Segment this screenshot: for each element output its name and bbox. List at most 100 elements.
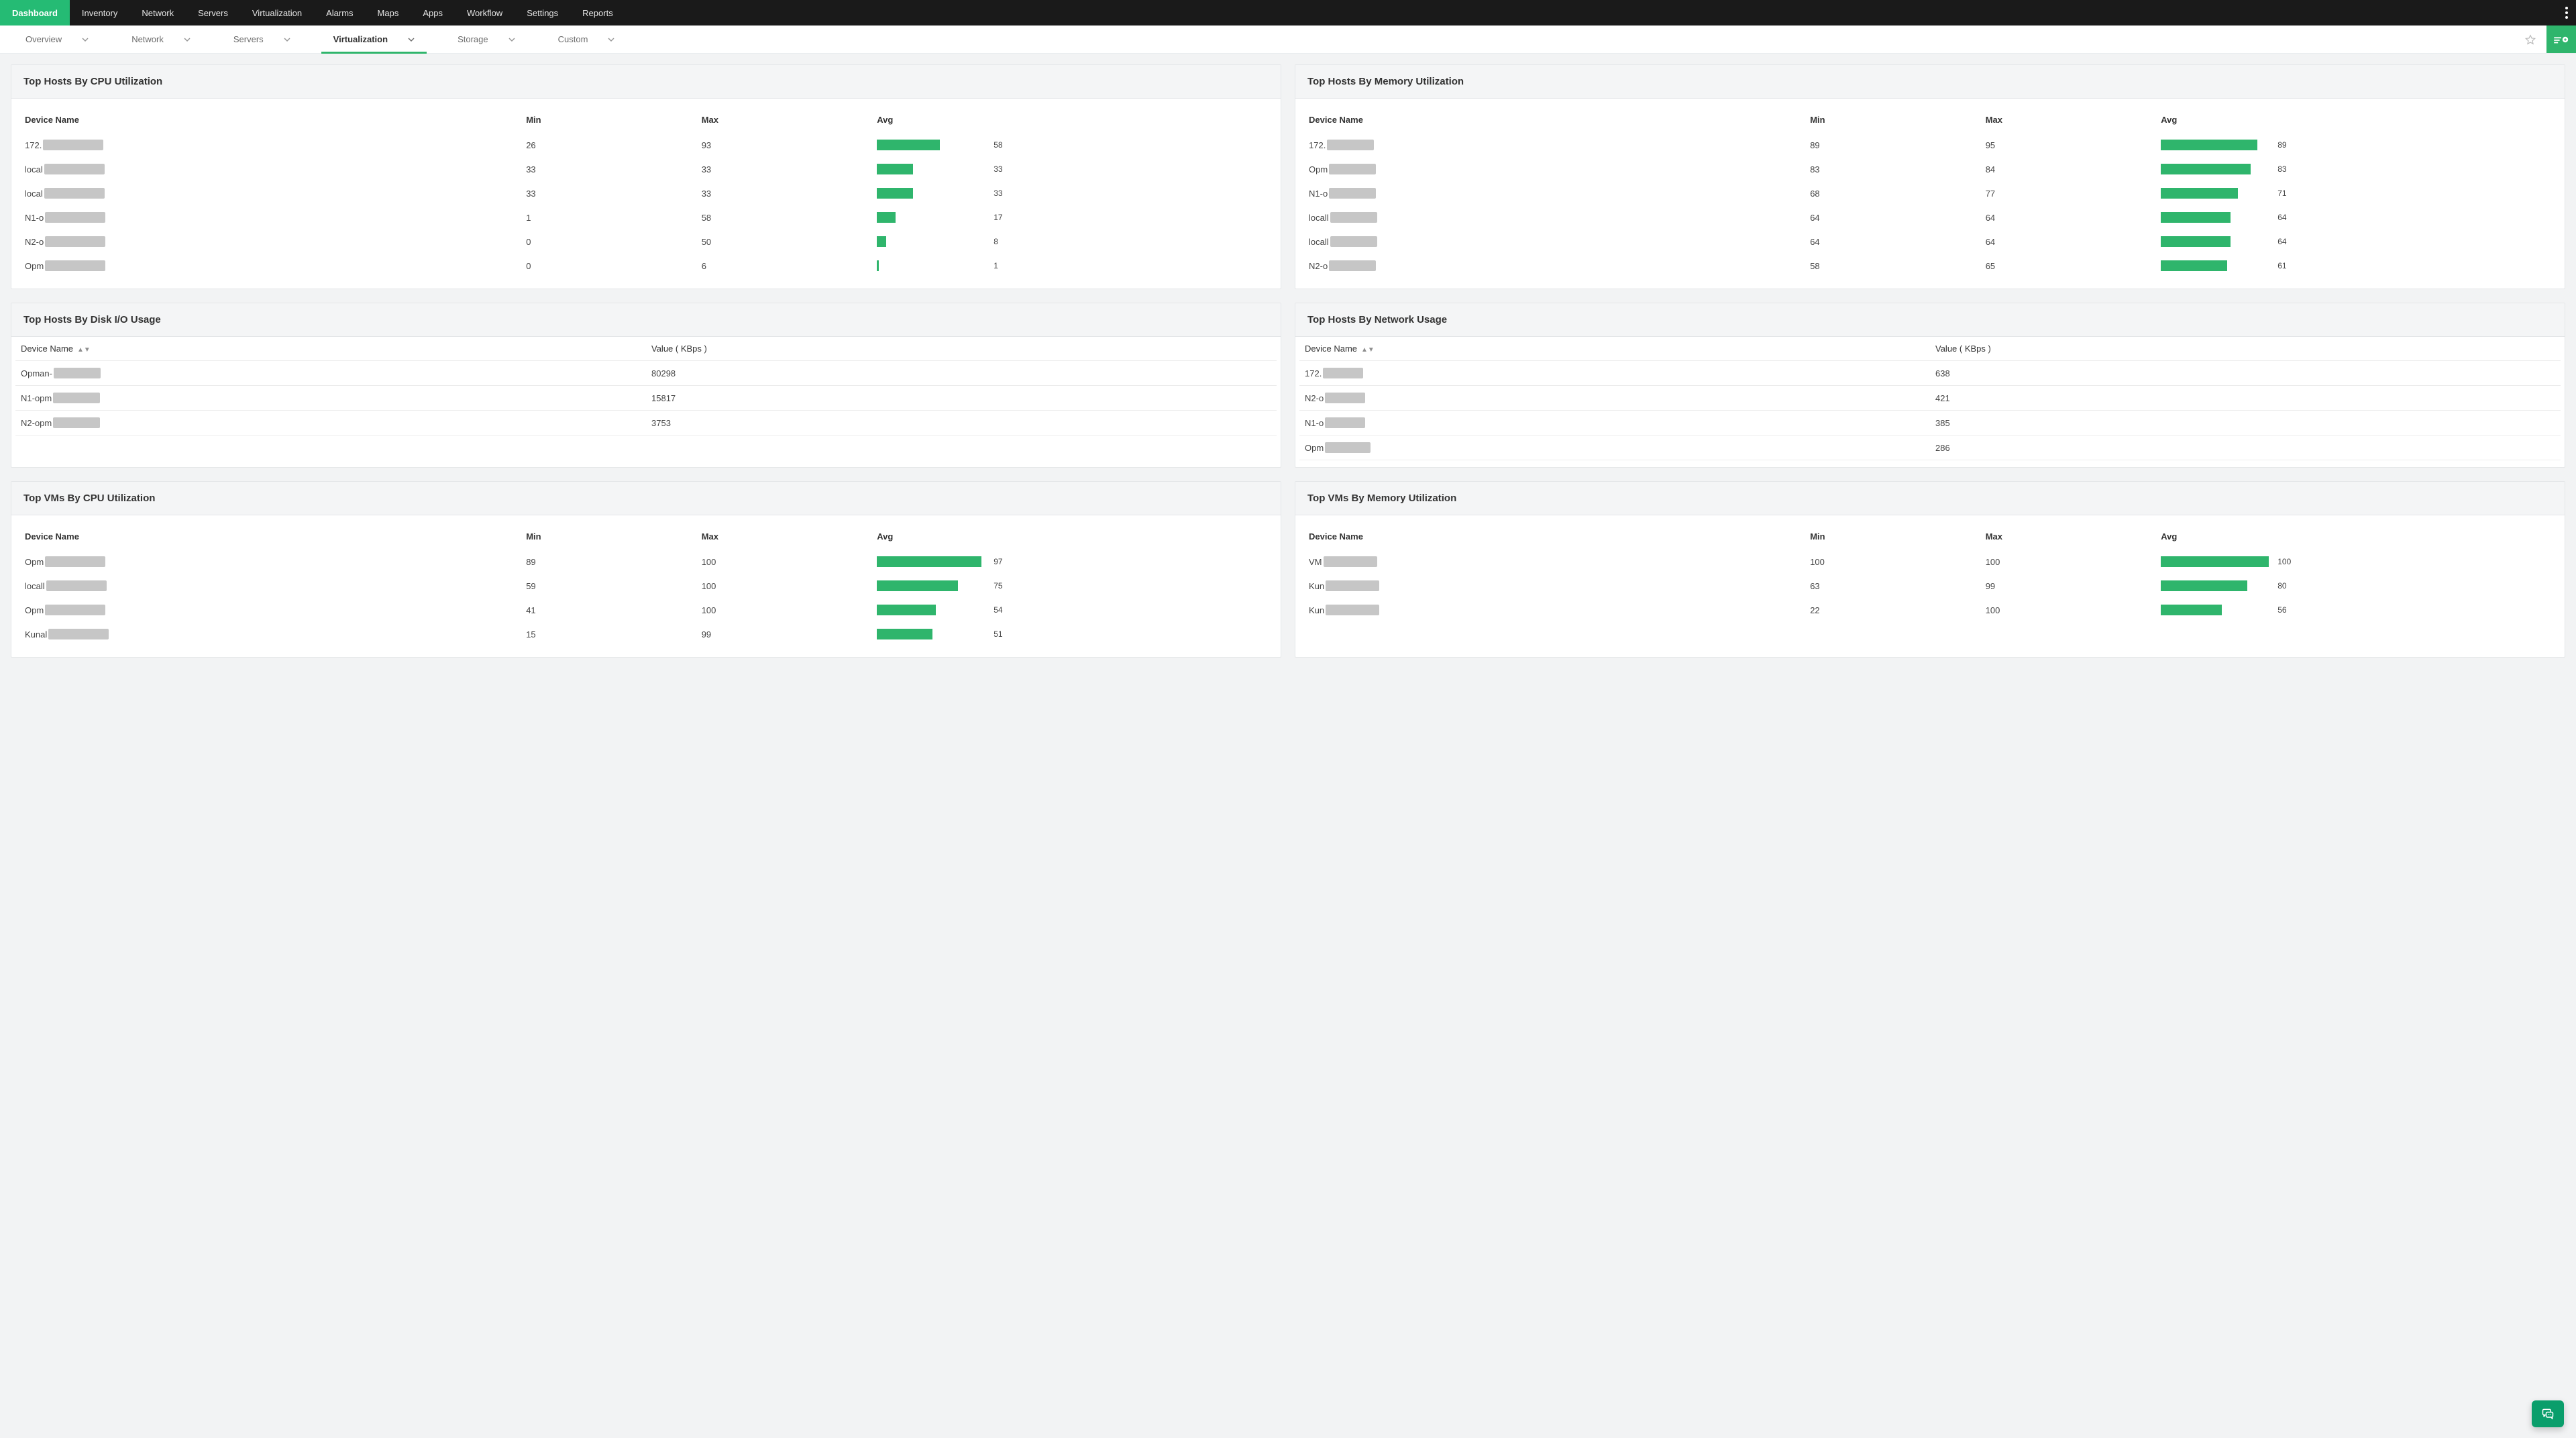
- table-row[interactable]: N1-opm15817: [15, 386, 1277, 411]
- device-cell[interactable]: N2-o: [25, 236, 515, 247]
- table-row[interactable]: N1-o385: [1299, 411, 2561, 435]
- device-cell[interactable]: local: [25, 188, 515, 199]
- topnav-item-dashboard[interactable]: Dashboard: [0, 0, 70, 25]
- device-cell[interactable]: N1-opm: [21, 393, 641, 403]
- col-value[interactable]: Value ( KBps ): [1930, 337, 2561, 361]
- table-row[interactable]: local333333: [19, 181, 1273, 205]
- col-max[interactable]: Max: [696, 522, 872, 550]
- subtab-servers[interactable]: Servers: [221, 25, 303, 53]
- table-row[interactable]: N2-o586561: [1303, 254, 2557, 278]
- col-min[interactable]: Min: [521, 522, 696, 550]
- device-cell[interactable]: Opm: [25, 556, 515, 567]
- subtab-virtualization[interactable]: Virtualization: [321, 25, 427, 53]
- table-row[interactable]: N2-o0508: [19, 229, 1273, 254]
- table-row[interactable]: 172.638: [1299, 361, 2561, 386]
- topnav-item-settings[interactable]: Settings: [515, 0, 570, 25]
- table-row[interactable]: N1-o687771: [1303, 181, 2557, 205]
- topnav-item-workflow[interactable]: Workflow: [455, 0, 515, 25]
- device-cell[interactable]: Kun: [1309, 605, 1799, 615]
- col-device[interactable]: Device Name▲▼: [15, 337, 646, 361]
- device-cell[interactable]: Opm: [25, 260, 515, 271]
- subtab-storage[interactable]: Storage: [445, 25, 527, 53]
- col-avg[interactable]: Avg: [871, 105, 1273, 133]
- table-row[interactable]: Opm4110054: [19, 598, 1273, 622]
- cell-avg: 83: [2155, 157, 2557, 181]
- subtab-custom[interactable]: Custom: [546, 25, 627, 53]
- device-cell[interactable]: N1-o: [25, 212, 515, 223]
- device-cell[interactable]: locall: [1309, 236, 1799, 247]
- sort-icon[interactable]: ▲▼: [77, 346, 91, 354]
- device-cell[interactable]: Opm: [1305, 442, 1925, 453]
- topnav-item-apps[interactable]: Apps: [411, 0, 455, 25]
- table-row[interactable]: Kun639980: [1303, 574, 2557, 598]
- col-max[interactable]: Max: [696, 105, 872, 133]
- table-row[interactable]: Opm838483: [1303, 157, 2557, 181]
- col-device[interactable]: Device Name: [19, 522, 521, 550]
- col-min[interactable]: Min: [1805, 522, 1980, 550]
- col-max[interactable]: Max: [1980, 105, 2156, 133]
- topnav-item-maps[interactable]: Maps: [366, 0, 411, 25]
- col-avg[interactable]: Avg: [2155, 522, 2557, 550]
- col-avg[interactable]: Avg: [2155, 105, 2557, 133]
- table-row[interactable]: locall646464: [1303, 229, 2557, 254]
- topnav-item-servers[interactable]: Servers: [186, 0, 240, 25]
- device-cell[interactable]: Kun: [1309, 580, 1799, 591]
- col-min[interactable]: Min: [1805, 105, 1980, 133]
- device-mask: [1325, 393, 1365, 403]
- device-cell[interactable]: N2-o: [1305, 393, 1925, 403]
- device-mask: [45, 212, 105, 223]
- topnav-item-reports[interactable]: Reports: [570, 0, 625, 25]
- kebab-menu-icon[interactable]: [2557, 0, 2576, 25]
- col-device[interactable]: Device Name: [19, 105, 521, 133]
- device-cell[interactable]: locall: [1309, 212, 1799, 223]
- panel-hosts-cpu: Top Hosts By CPU Utilization Device Name…: [11, 64, 1281, 289]
- subtab-overview[interactable]: Overview: [13, 25, 101, 53]
- col-value[interactable]: Value ( KBps ): [646, 337, 1277, 361]
- col-avg[interactable]: Avg: [871, 522, 1273, 550]
- table-row[interactable]: N2-opm3753: [15, 411, 1277, 435]
- table-row[interactable]: Kunal159951: [19, 622, 1273, 646]
- add-widget-button[interactable]: [2546, 25, 2576, 53]
- device-cell[interactable]: Opm: [1309, 164, 1799, 174]
- col-device[interactable]: Device Name: [1303, 105, 1805, 133]
- device-cell[interactable]: locall: [25, 580, 515, 591]
- device-cell[interactable]: 172.: [1305, 368, 1925, 378]
- table-row[interactable]: Kun2210056: [1303, 598, 2557, 622]
- topnav-item-virtualization[interactable]: Virtualization: [240, 0, 314, 25]
- topnav-item-inventory[interactable]: Inventory: [70, 0, 129, 25]
- topnav-item-network[interactable]: Network: [129, 0, 186, 25]
- avg-bar: [2161, 140, 2268, 150]
- device-cell[interactable]: Kunal: [25, 629, 515, 639]
- table-row[interactable]: Opm286: [1299, 435, 2561, 460]
- col-max[interactable]: Max: [1980, 522, 2156, 550]
- device-cell[interactable]: N1-o: [1305, 417, 1925, 428]
- device-cell[interactable]: local: [25, 164, 515, 174]
- col-device[interactable]: Device Name: [1303, 522, 1805, 550]
- device-cell[interactable]: 172.: [1309, 140, 1799, 150]
- table-row[interactable]: locall5910075: [19, 574, 1273, 598]
- table-row[interactable]: 172.899589: [1303, 133, 2557, 157]
- favorite-icon[interactable]: [2520, 25, 2541, 53]
- table-row[interactable]: Opm061: [19, 254, 1273, 278]
- subtab-network[interactable]: Network: [119, 25, 203, 53]
- device-cell[interactable]: 172.: [25, 140, 515, 150]
- table-row[interactable]: VM100100100: [1303, 550, 2557, 574]
- table-row[interactable]: N1-o15817: [19, 205, 1273, 229]
- table-row[interactable]: local333333: [19, 157, 1273, 181]
- device-cell[interactable]: VM: [1309, 556, 1799, 567]
- table-row[interactable]: Opm8910097: [19, 550, 1273, 574]
- device-cell[interactable]: Opman-: [21, 368, 641, 378]
- table-row[interactable]: Opman-80298: [15, 361, 1277, 386]
- col-min[interactable]: Min: [521, 105, 696, 133]
- device-cell[interactable]: N1-o: [1309, 188, 1799, 199]
- table-row[interactable]: N2-o421: [1299, 386, 2561, 411]
- col-device[interactable]: Device Name▲▼: [1299, 337, 1930, 361]
- device-cell[interactable]: N2-opm: [21, 417, 641, 428]
- chat-fab[interactable]: [2532, 1400, 2564, 1427]
- device-cell[interactable]: N2-o: [1309, 260, 1799, 271]
- topnav-item-alarms[interactable]: Alarms: [314, 0, 365, 25]
- table-row[interactable]: locall646464: [1303, 205, 2557, 229]
- sort-icon[interactable]: ▲▼: [1361, 346, 1375, 354]
- table-row[interactable]: 172.269358: [19, 133, 1273, 157]
- device-cell[interactable]: Opm: [25, 605, 515, 615]
